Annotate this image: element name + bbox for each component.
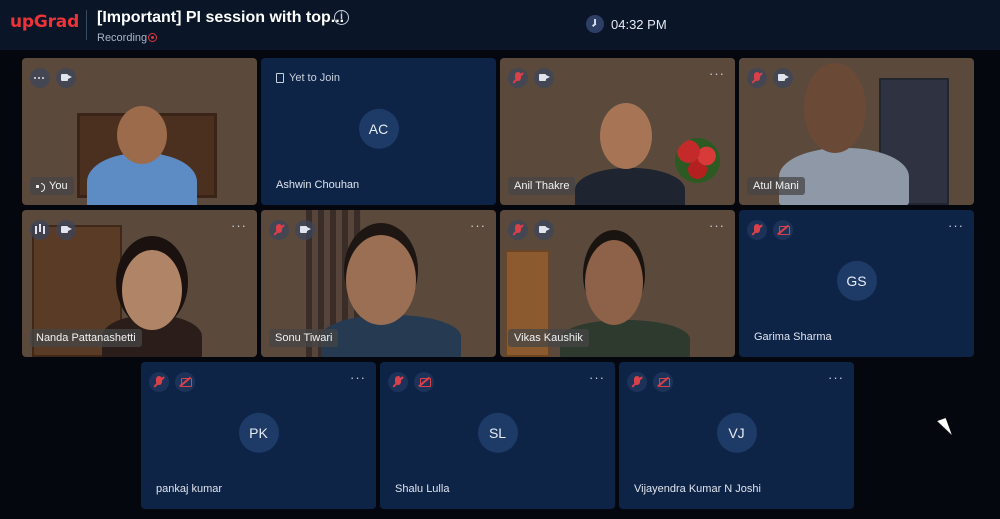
upgrad-logo: upGrad <box>10 12 80 32</box>
info-icon[interactable]: i <box>334 10 349 25</box>
clock-icon <box>586 15 604 33</box>
participant-video <box>575 168 685 205</box>
camera-icon[interactable] <box>56 220 76 240</box>
participant-tile-ashwin-chouhan[interactable]: Yet to Join AC Ashwin Chouhan <box>261 58 496 205</box>
participant-name: Atul Mani <box>753 180 799 192</box>
more-options-icon[interactable]: ··· <box>231 218 247 233</box>
participant-tile-sonu-tiwari[interactable]: ··· Sonu Tiwari <box>261 210 496 357</box>
mic-muted-icon[interactable] <box>269 220 289 240</box>
join-status: Yet to Join <box>276 72 340 84</box>
avatar: VJ <box>716 412 757 453</box>
tile-controls <box>747 220 793 240</box>
participant-tile-atul-mani[interactable]: Atul Mani <box>739 58 974 205</box>
tile-controls <box>30 68 76 88</box>
participant-tile-pankaj-kumar[interactable]: ··· PK pankaj kumar <box>141 362 376 509</box>
more-options-icon[interactable]: ··· <box>350 370 366 385</box>
mic-muted-icon[interactable] <box>747 220 767 240</box>
avatar: GS <box>836 260 877 301</box>
participant-name: Shalu Lulla <box>395 483 450 495</box>
mic-muted-icon[interactable] <box>627 372 647 392</box>
participant-name: Nanda Pattanashetti <box>36 332 136 344</box>
participant-tile-vijayendra-kumar-n-joshi[interactable]: ··· VJ Vijayendra Kumar N Joshi <box>619 362 854 509</box>
participant-video-head <box>600 103 652 169</box>
camera-icon[interactable] <box>295 220 315 240</box>
audio-activity-icon[interactable] <box>30 220 50 240</box>
more-options-icon[interactable]: ··· <box>828 370 844 385</box>
mic-muted-icon[interactable] <box>747 68 767 88</box>
participant-name: Ashwin Chouhan <box>276 179 360 191</box>
camera-off-icon[interactable] <box>773 220 793 240</box>
participant-name: Anil Thakre <box>514 180 570 192</box>
participant-tile-nanda-pattanashetti[interactable]: ··· Nanda Pattanashetti <box>22 210 257 357</box>
participant-name: pankaj kumar <box>156 483 223 495</box>
participant-name: Garima Sharma <box>754 331 832 343</box>
participant-name-tag: Vikas Kaushik <box>508 329 589 347</box>
tile-controls <box>30 220 76 240</box>
participant-name: Vijayendra Kumar N Joshi <box>634 483 761 495</box>
audio-icon <box>36 182 45 192</box>
tile-controls <box>269 220 315 240</box>
tile-controls <box>508 68 554 88</box>
mic-muted-icon[interactable] <box>388 372 408 392</box>
tile-controls <box>508 220 554 240</box>
join-status-label: Yet to Join <box>289 72 340 84</box>
recording-label: Recording <box>97 32 148 44</box>
tile-controls <box>149 372 195 392</box>
camera-icon[interactable] <box>534 68 554 88</box>
flowers-background <box>675 138 720 183</box>
camera-icon[interactable] <box>56 68 76 88</box>
mic-muted-icon[interactable] <box>149 372 169 392</box>
participant-name-tag: Nanda Pattanashetti <box>30 329 142 347</box>
more-options-icon[interactable] <box>30 68 50 88</box>
clock-time: 04:32 PM <box>611 17 667 32</box>
session-title: [Important] PI session with top... <box>97 9 345 26</box>
mouse-cursor-icon <box>937 418 952 438</box>
more-options-icon[interactable]: ··· <box>589 370 605 385</box>
avatar: PK <box>238 412 279 453</box>
more-options-icon[interactable]: ··· <box>948 218 964 233</box>
tile-controls <box>627 372 673 392</box>
participant-tile-shalu-lulla[interactable]: ··· SL Shalu Lulla <box>380 362 615 509</box>
avatar: AC <box>358 108 399 149</box>
door-icon <box>276 73 284 83</box>
camera-off-icon[interactable] <box>653 372 673 392</box>
avatar: SL <box>477 412 518 453</box>
participant-video-head <box>117 106 167 164</box>
more-options-icon[interactable]: ··· <box>709 218 725 233</box>
participant-video-head <box>122 250 182 330</box>
participant-name: You <box>49 180 68 192</box>
camera-off-icon[interactable] <box>175 372 195 392</box>
participant-video-head <box>585 240 643 325</box>
participant-tile-vikas-kaushik[interactable]: ··· Vikas Kaushik <box>500 210 735 357</box>
tile-controls <box>747 68 793 88</box>
participant-name: Sonu Tiwari <box>275 332 333 344</box>
camera-off-icon[interactable] <box>414 372 434 392</box>
header-divider <box>86 10 87 40</box>
top-bar: upGrad [Important] PI session with top..… <box>0 0 1000 50</box>
camera-icon[interactable] <box>534 220 554 240</box>
camera-icon[interactable] <box>773 68 793 88</box>
participant-name-tag: Anil Thakre <box>508 177 576 195</box>
mic-muted-icon[interactable] <box>508 220 528 240</box>
tile-controls <box>388 372 434 392</box>
participant-name-tag: Atul Mani <box>747 177 805 195</box>
participant-name-tag: Sonu Tiwari <box>269 329 339 347</box>
mic-muted-icon[interactable] <box>508 68 528 88</box>
participant-tile-you[interactable]: You <box>22 58 257 205</box>
participant-video-head <box>804 63 866 153</box>
recording-indicator-icon <box>148 33 157 42</box>
participant-video-head <box>346 235 416 325</box>
participant-name: Vikas Kaushik <box>514 332 583 344</box>
more-options-icon[interactable]: ··· <box>470 218 486 233</box>
participant-tile-anil-thakre[interactable]: ··· Anil Thakre <box>500 58 735 205</box>
participant-tile-garima-sharma[interactable]: ··· GS Garima Sharma <box>739 210 974 357</box>
more-options-icon[interactable]: ··· <box>709 66 725 81</box>
participant-name-tag: You <box>30 177 74 195</box>
